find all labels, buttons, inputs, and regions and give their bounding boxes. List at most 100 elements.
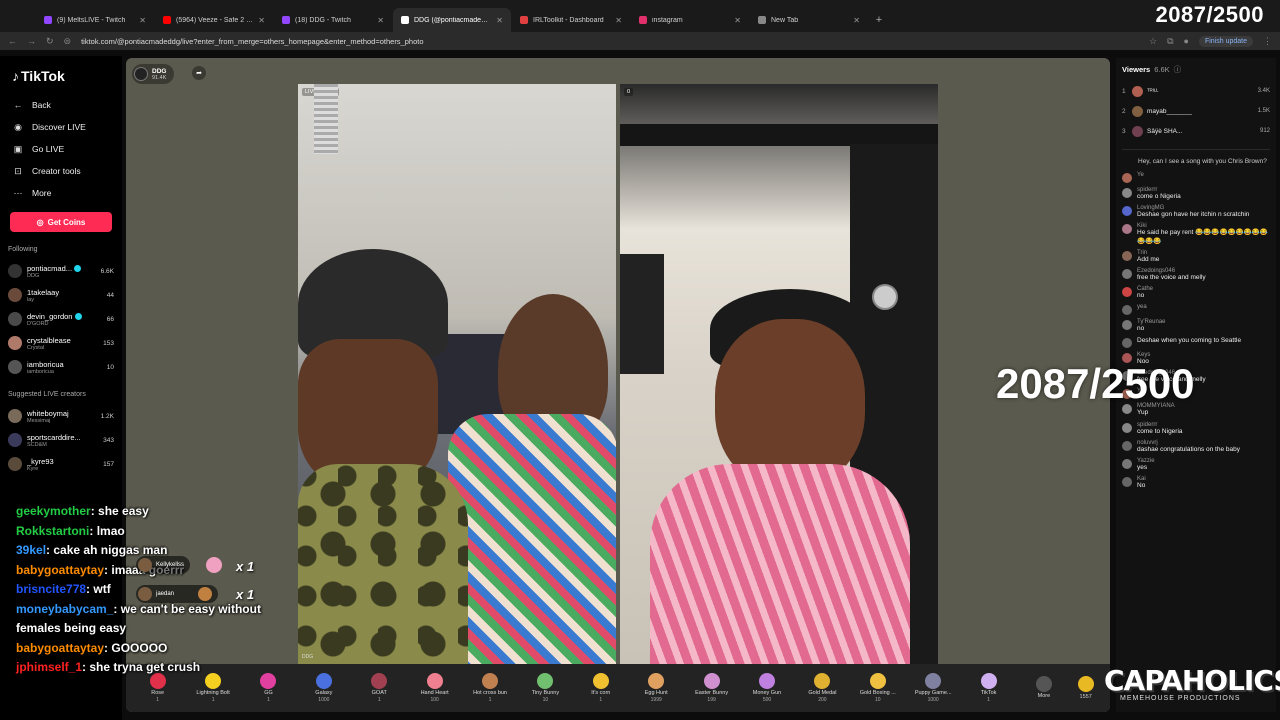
gift-item[interactable]: Hand Heart 100: [407, 666, 462, 710]
gift-item[interactable]: Egg Hunt 1999: [629, 666, 684, 710]
avatar: [1122, 206, 1132, 217]
gift-price: 1: [987, 697, 990, 703]
gift-icon: [426, 673, 443, 689]
account-row[interactable]: 1takelaay lay 44: [8, 283, 114, 307]
tab-close-icon[interactable]: ✕: [496, 16, 503, 25]
extensions-icon[interactable]: ⧉: [1167, 36, 1173, 47]
gift-icon: [648, 673, 665, 689]
browser-menu-icon[interactable]: ⋮: [1263, 36, 1272, 47]
back-arrow-icon[interactable]: ←: [8, 36, 17, 46]
coin-balance[interactable]: 1557: [1077, 676, 1094, 700]
site-info-icon[interactable]: ⊜: [64, 36, 72, 47]
comment-text: come to Nigeria: [1137, 427, 1183, 435]
chat-username: babygoattaytay: [16, 562, 105, 577]
account-row[interactable]: devin_gordon D'GORD 66: [8, 307, 114, 331]
chat-separator: :: [89, 523, 97, 538]
comment-text: No: [1137, 481, 1146, 489]
browser-tab[interactable]: DDG (@pontiacmadeddg) ✕: [393, 8, 511, 32]
comment-text: Deshae when you coming to Seattle: [1137, 337, 1242, 345]
account-row[interactable]: iamboricua iamboricua 10: [8, 355, 114, 379]
tab-label: (18) DDG - Twitch: [295, 16, 351, 24]
chat-username: moneybabycam_: [16, 601, 114, 616]
url-field[interactable]: tiktok.com/@pontiacmadeddg/live?enter_fr…: [81, 37, 1139, 46]
top-viewer-row[interactable]: 2 mayab_______ 1.5K: [1122, 101, 1270, 121]
sidebar-item-creator-tools[interactable]: ⊡ Creator tools: [8, 160, 114, 182]
avatar: [8, 288, 22, 302]
account-row[interactable]: whiteboymaj Messimaj 1.2K: [8, 404, 114, 428]
viewer-count: 6.6K: [1154, 65, 1170, 74]
camera-icon: ▣: [13, 143, 23, 154]
comment: Trin Add me: [1122, 250, 1270, 264]
tab-close-icon[interactable]: ✕: [734, 16, 741, 25]
avatar: [1122, 458, 1132, 469]
comment-body: LovingMG Deshae gon have her itchin n scr…: [1137, 205, 1270, 219]
gift-item[interactable]: Gold Boxing ... 10: [850, 666, 905, 710]
gift-item[interactable]: Tiny Bunny 10: [518, 666, 573, 710]
browser-tab[interactable]: (5964) Veeze - Safe 2 (Offici ✕: [155, 8, 273, 32]
forward-arrow-icon[interactable]: →: [27, 36, 36, 46]
account-row[interactable]: sportscarddire... SCD&M 343: [8, 428, 114, 452]
comment-body: noluvvrj dashae congratulations on the ba…: [1137, 440, 1270, 454]
viewer-rank: 1: [1122, 87, 1126, 95]
account-subtitle: SCD&M: [27, 441, 47, 448]
viewer-count: 66: [106, 315, 114, 323]
get-coins-button[interactable]: ◎ Get Coins: [10, 212, 112, 232]
host-info-pill[interactable]: DDG 91.4K: [132, 64, 175, 84]
account-row[interactable]: crystalblease Crystal 153: [8, 331, 114, 355]
counter-overlay-top: 2087/2500: [1155, 2, 1264, 27]
share-icon[interactable]: ➦: [192, 66, 206, 80]
gift-heart-icon: [206, 557, 222, 573]
tab-close-icon[interactable]: ✕: [139, 16, 146, 25]
comment-text: dashae congratulations on the baby: [1137, 445, 1240, 453]
sidebar-item-go-live[interactable]: ▣ Go LIVE: [8, 138, 114, 160]
account-name: crystalblease: [27, 336, 98, 345]
gift-item[interactable]: More: [1016, 666, 1071, 710]
gift-item[interactable]: Gold Medal 200: [795, 666, 850, 710]
browser-tab[interactable]: (18) DDG - Twitch ✕: [274, 8, 392, 32]
tab-close-icon[interactable]: ✕: [615, 16, 622, 25]
gift-bun-icon: [198, 587, 213, 601]
account-name-text: whiteboymaj: [27, 408, 69, 418]
account-row[interactable]: _kyre93 Kyre 157: [8, 452, 114, 476]
browser-tab[interactable]: instagram ✕: [631, 8, 749, 32]
gift-price: 500: [762, 697, 772, 703]
top-viewer-row[interactable]: 1 ᵀᴿᴵᴸᴸ 3.4K: [1122, 81, 1270, 101]
tab-close-icon[interactable]: ✕: [853, 16, 860, 25]
profile-avatar-icon[interactable]: ●: [1184, 36, 1189, 46]
chat-line: moneybabycam_: we can't be easy without …: [16, 600, 276, 639]
reload-icon[interactable]: ↻: [46, 36, 54, 47]
sidebar-item-more[interactable]: ⋯ More: [8, 182, 114, 204]
gift-name: Easter Bunny: [695, 690, 729, 696]
gift-icon: [1035, 676, 1052, 692]
browser-tab-bar: (9) MeltsLIVE - Twitch ✕ (5964) Veeze - Sa…: [0, 0, 1280, 32]
tiktok-logo[interactable]: ♪ TikTok: [12, 68, 114, 84]
gift-item[interactable]: Puppy Game... 1000: [905, 666, 960, 710]
top-viewer-row[interactable]: 3 Sâÿè SHA... 912: [1122, 121, 1270, 141]
gift-item[interactable]: GOAT 1: [352, 666, 407, 710]
gift-item[interactable]: Galaxy 1000: [296, 666, 351, 710]
gift-item[interactable]: Money Gun 500: [739, 666, 794, 710]
back-link[interactable]: ← Back: [8, 94, 114, 116]
sidebar-item-discover-live[interactable]: ◉ Discover LIVE: [8, 116, 114, 138]
comment: Kai No: [1122, 476, 1270, 490]
browser-tab[interactable]: IRLToolkit - Dashboard ✕: [512, 8, 630, 32]
left-panel-foot: DDG: [302, 654, 314, 660]
account-row[interactable]: pontiacmad... DDG 6.6K: [8, 259, 114, 283]
gift-item[interactable]: It's corn 1: [573, 666, 628, 710]
comment: Kiki He said he pay rent 😂😂😂😂😂😂😂😂😂😂😂😂: [1122, 223, 1270, 245]
chat-separator: :: [113, 601, 121, 616]
browser-tab[interactable]: New Tab ✕: [750, 8, 868, 32]
gift-item[interactable]: Easter Bunny 199: [684, 666, 739, 710]
comment: noluvvrj dashae congratulations on the ba…: [1122, 440, 1270, 454]
finish-update-button[interactable]: Finish update: [1198, 35, 1253, 47]
info-icon[interactable]: ⓘ: [1174, 64, 1182, 75]
bookmark-star-icon[interactable]: ☆: [1149, 36, 1157, 47]
tab-close-icon[interactable]: ✕: [377, 16, 384, 25]
viewer-score: 1.5K: [1257, 108, 1270, 114]
comment: yea: [1122, 304, 1270, 315]
gift-item[interactable]: Hot cross bun 1: [462, 666, 517, 710]
tab-close-icon[interactable]: ✕: [258, 16, 265, 25]
new-tab-icon[interactable]: +: [869, 8, 889, 32]
browser-tab[interactable]: (9) MeltsLIVE - Twitch ✕: [36, 8, 154, 32]
gift-item[interactable]: TikTok 1: [961, 666, 1016, 710]
